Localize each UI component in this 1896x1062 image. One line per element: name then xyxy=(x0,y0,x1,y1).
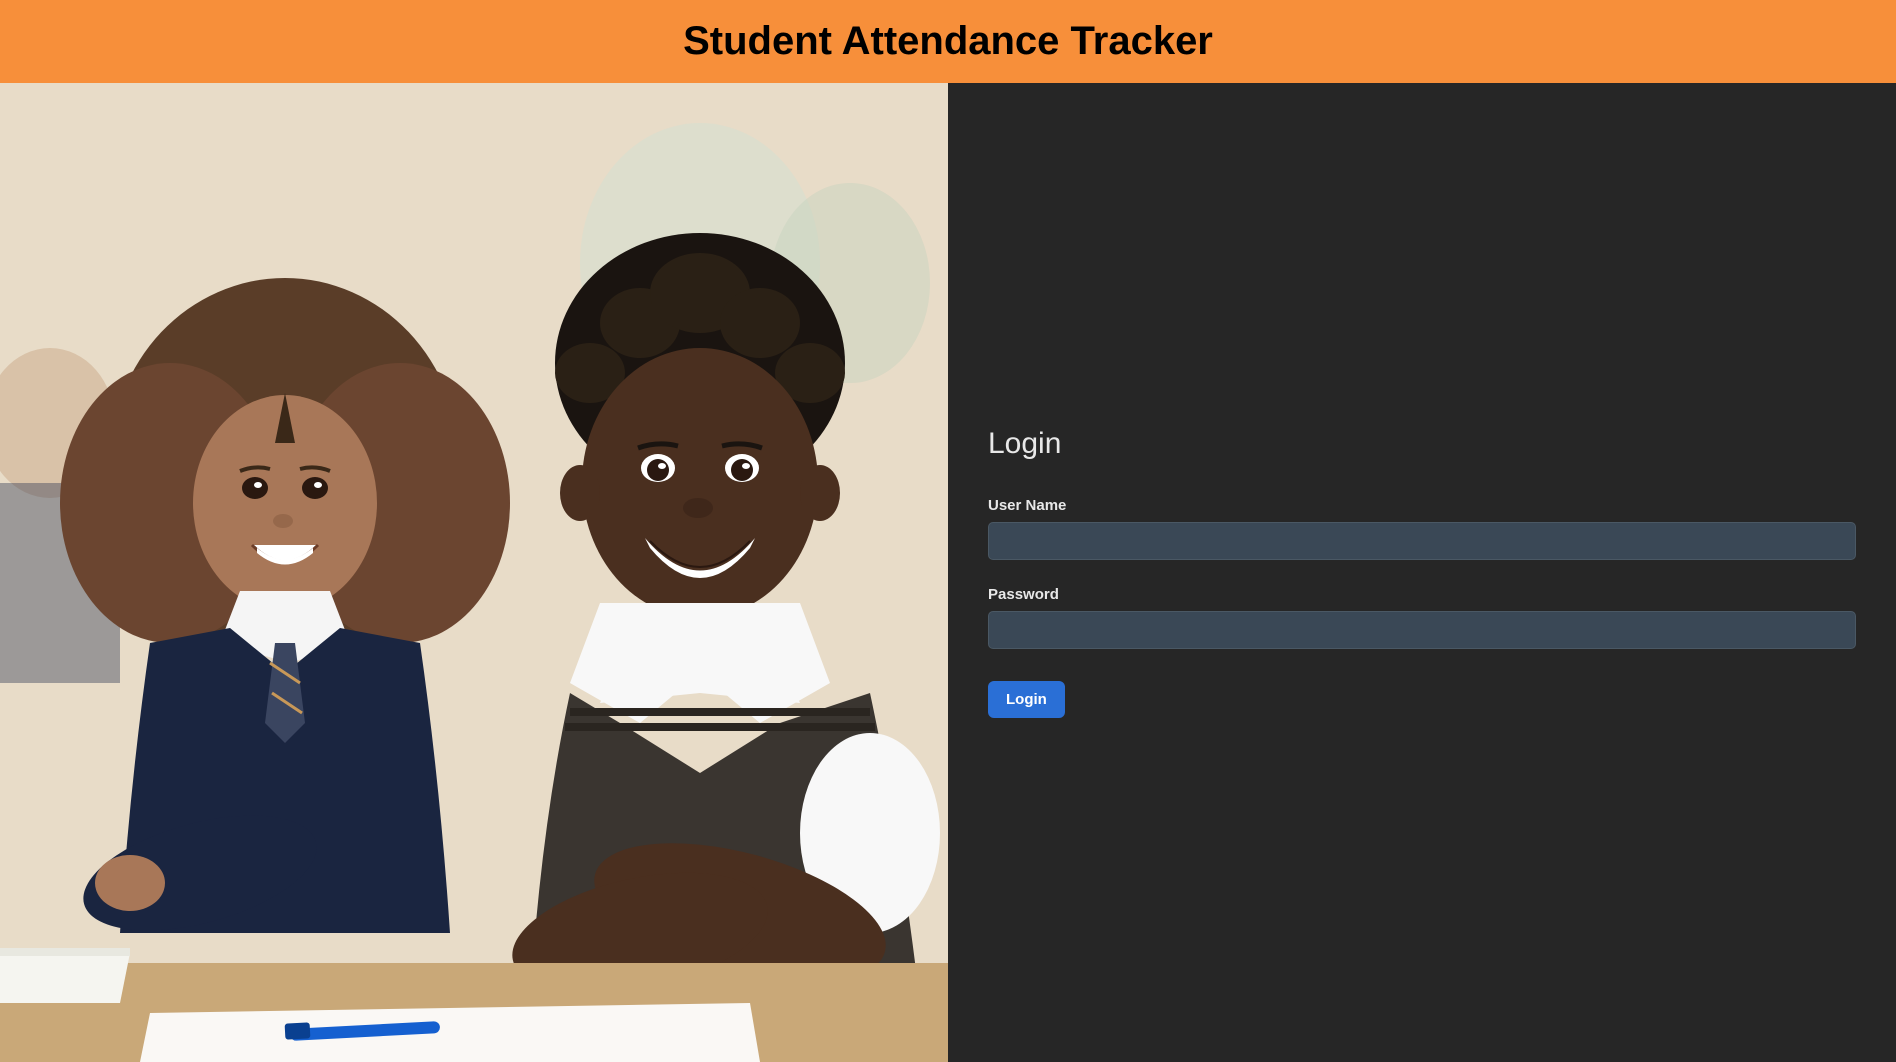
hero-image-panel xyxy=(0,83,948,1062)
header-bar: Student Attendance Tracker xyxy=(0,0,1896,83)
username-group: User Name xyxy=(988,497,1856,560)
login-heading: Login xyxy=(988,427,1856,461)
app-title: Student Attendance Tracker xyxy=(683,19,1213,64)
password-input[interactable] xyxy=(988,611,1856,649)
username-input[interactable] xyxy=(988,522,1856,560)
main-content: Login User Name Password Login xyxy=(0,83,1896,1062)
students-illustration xyxy=(0,83,948,1062)
password-label: Password xyxy=(988,586,1856,603)
password-group: Password xyxy=(988,586,1856,649)
username-label: User Name xyxy=(988,497,1856,514)
login-panel: Login User Name Password Login xyxy=(948,83,1896,1062)
login-button[interactable]: Login xyxy=(988,681,1065,718)
